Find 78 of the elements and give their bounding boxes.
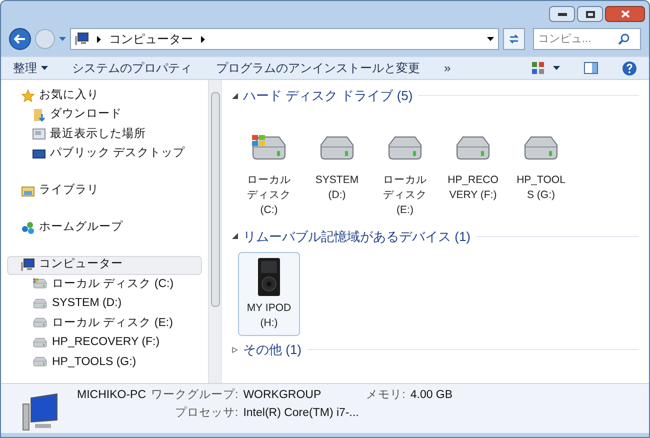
breadcrumb[interactable]: コンピューター bbox=[109, 30, 193, 48]
homegroup-icon bbox=[21, 221, 35, 235]
folder-download-icon bbox=[32, 108, 46, 122]
collapse-arrow-icon[interactable] bbox=[232, 92, 238, 99]
media-player-icon bbox=[258, 258, 280, 296]
group-heading[interactable]: ハード ディスク ドライブ (5) bbox=[243, 86, 413, 106]
detail-label: メモリ: bbox=[366, 388, 406, 403]
drive-tile[interactable]: SYSTEM (D:) bbox=[306, 124, 368, 222]
dropdown-arrow-icon bbox=[553, 66, 560, 70]
dropdown-arrow-icon bbox=[487, 37, 494, 41]
drive-tile[interactable]: HP_TOOL S (G:) bbox=[510, 124, 572, 222]
detail-label: プロセッサ: bbox=[174, 405, 238, 422]
nav-item[interactable]: ローカル ディスク (C:) bbox=[1, 274, 208, 294]
drive-tile[interactable]: HP_RECO VERY (F:) bbox=[442, 124, 504, 222]
nav-item[interactable]: お気に入り bbox=[7, 86, 202, 105]
more-button[interactable]: » bbox=[444, 59, 451, 77]
drive-label: ローカルディスク (C:) bbox=[246, 172, 292, 218]
view-options-icon bbox=[532, 62, 545, 74]
close-button[interactable] bbox=[605, 6, 645, 22]
breadcrumb-arrow-icon bbox=[201, 36, 205, 42]
close-icon bbox=[620, 10, 630, 18]
nav-item[interactable]: 最近表示した場所 bbox=[1, 124, 208, 144]
nav-item[interactable]: パブリック デスクトップ bbox=[1, 144, 208, 164]
refresh-icon bbox=[508, 33, 520, 45]
drive-tile[interactable]: MY IPOD (H:) bbox=[238, 252, 300, 336]
search-input[interactable]: コンピュ... bbox=[538, 30, 618, 48]
drive-label: HP_RECO VERY (F:) bbox=[447, 172, 499, 202]
drive-label: MY IPOD (H:) bbox=[246, 301, 292, 331]
search-box[interactable]: コンピュ... bbox=[533, 28, 641, 50]
history-dropdown-icon bbox=[59, 37, 66, 41]
scrollbar[interactable] bbox=[208, 80, 221, 383]
group-heading[interactable]: リムーバブル記憶域があるデバイス (1) bbox=[243, 226, 470, 246]
breadcrumb-arrow-icon bbox=[97, 36, 101, 42]
detail-value: WORKGROUP bbox=[243, 388, 322, 403]
star-icon bbox=[21, 88, 35, 102]
nav-item[interactable]: HP_TOOLS (G:) bbox=[1, 352, 208, 372]
drive-icon bbox=[32, 356, 48, 368]
drive-label: SYSTEM (D:) bbox=[314, 172, 360, 202]
drive-icon bbox=[32, 298, 48, 310]
computer-name: MICHIKO-PC bbox=[77, 388, 146, 403]
drive-tile[interactable]: ローカルディスク (C:) bbox=[238, 124, 300, 222]
nav-item[interactable]: ローカル ディスク (E:) bbox=[1, 314, 208, 333]
nav-item[interactable]: ダウンロード bbox=[1, 105, 208, 124]
nav-item[interactable]: コンピューター bbox=[7, 256, 202, 274]
back-arrow-icon bbox=[14, 34, 26, 44]
preview-pane-icon bbox=[584, 62, 598, 74]
toolbar-button[interactable]: システムのプロパティ bbox=[72, 59, 192, 77]
minimize-button[interactable] bbox=[549, 6, 575, 22]
nav-item[interactable]: HP_RECOVERY (F:) bbox=[1, 333, 208, 352]
nav-item[interactable]: ライブラリ bbox=[7, 182, 202, 200]
computer-icon bbox=[21, 258, 35, 272]
nav-item[interactable]: ホームグループ bbox=[7, 218, 202, 238]
drive-icon bbox=[32, 317, 48, 330]
detail-value: 4.00 GB bbox=[410, 388, 453, 403]
detail-value: Intel(R) Core(TM) i7-... bbox=[243, 406, 360, 422]
expand-arrow-icon[interactable] bbox=[232, 346, 238, 353]
drive-label: HP_TOOL S (G:) bbox=[516, 172, 566, 202]
detail-label: ワークグループ: bbox=[151, 387, 238, 403]
search-icon bbox=[618, 33, 630, 45]
system-drive-icon bbox=[32, 278, 48, 290]
maximize-button[interactable] bbox=[577, 6, 603, 22]
toolbar-button[interactable]: プログラムのアンインストールと変更 bbox=[216, 59, 420, 77]
drive-label: ローカルディスク (E:) bbox=[382, 172, 428, 218]
help-icon bbox=[622, 60, 637, 76]
desktop-icon bbox=[32, 146, 46, 161]
group-heading[interactable]: その他 (1) bbox=[243, 340, 302, 360]
recent-places-icon bbox=[32, 127, 46, 142]
nav-item[interactable]: SYSTEM (D:) bbox=[1, 294, 208, 314]
dropdown-arrow-icon bbox=[41, 66, 48, 70]
computer-icon bbox=[75, 32, 89, 46]
refresh-button[interactable] bbox=[503, 28, 525, 50]
drive-icon bbox=[32, 336, 48, 349]
collapse-arrow-icon[interactable] bbox=[232, 233, 238, 240]
toolbar-button[interactable]: 整理 bbox=[13, 59, 48, 77]
back-button[interactable] bbox=[9, 28, 31, 50]
drive-tile[interactable]: ローカルディスク (E:) bbox=[374, 124, 436, 222]
address-bar[interactable]: コンピューター bbox=[70, 28, 499, 50]
library-icon bbox=[21, 184, 35, 198]
